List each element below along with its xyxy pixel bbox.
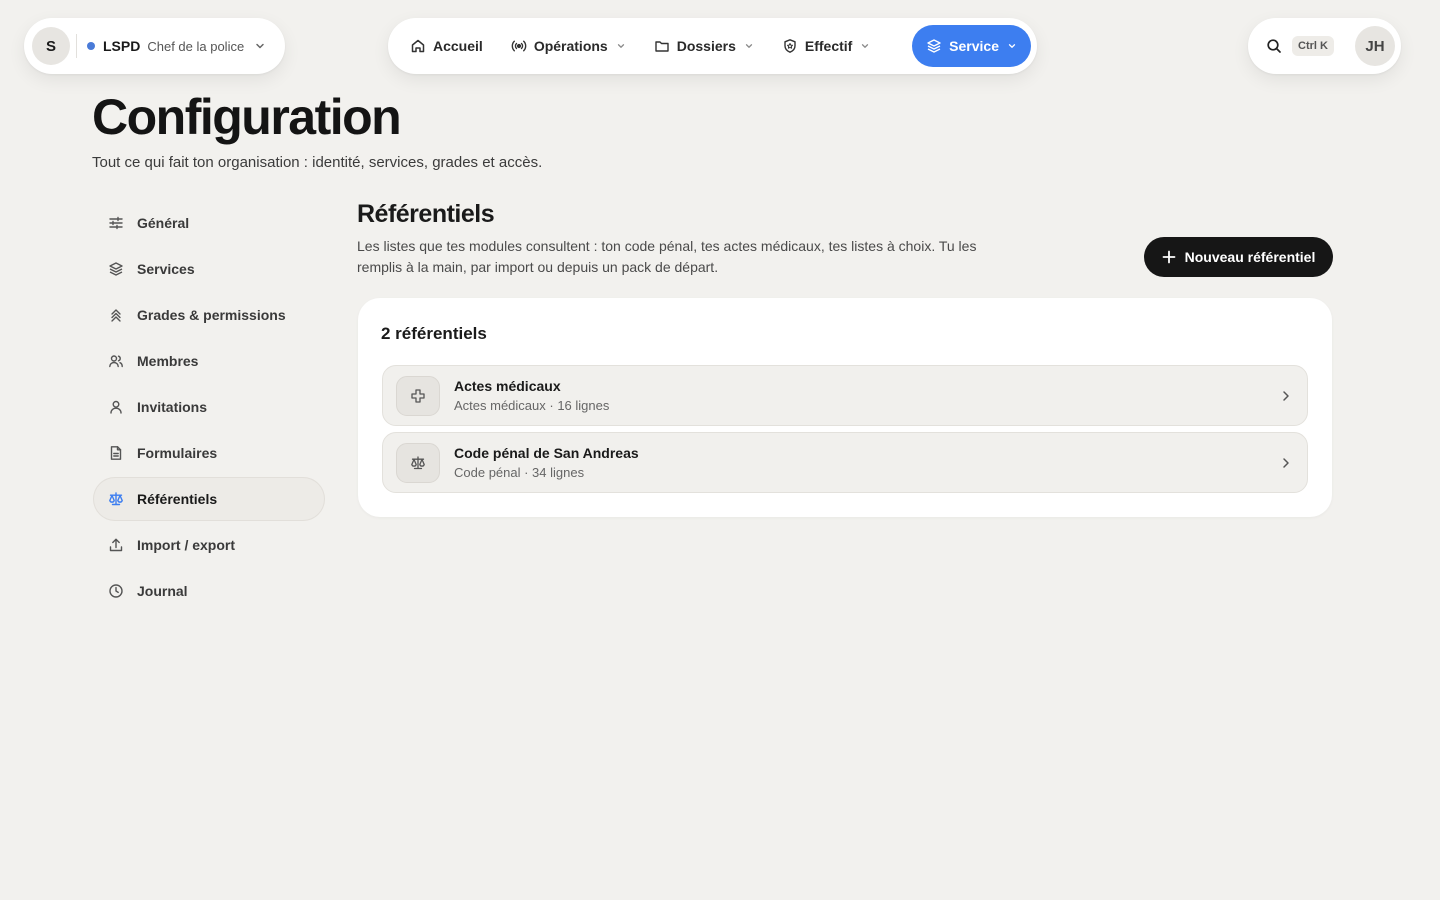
nav-item-operations[interactable]: Opérations <box>497 25 640 67</box>
nav-item-accueil[interactable]: Accueil <box>396 25 497 67</box>
nav-item-service[interactable]: Service <box>912 25 1031 67</box>
medical-cross-icon <box>396 375 440 416</box>
page-subtitle: Tout ce qui fait ton organisation : iden… <box>92 154 543 171</box>
referential-item-actes-medicaux[interactable]: Actes médicaux Actes médicaux · 16 ligne… <box>382 365 1308 426</box>
org-name: LSPD <box>103 38 141 54</box>
broadcast-icon <box>511 38 527 54</box>
settings-sidebar: Général Services Grades & permissions Me… <box>93 201 325 615</box>
divider <box>76 34 77 58</box>
referential-meta: Actes médicaux · 16 lignes <box>454 398 610 413</box>
org-avatar[interactable]: S <box>32 27 70 65</box>
upload-icon <box>108 537 124 553</box>
home-icon <box>410 38 426 54</box>
referentials-card: 2 référentiels Actes médicaux Actes médi… <box>358 298 1332 517</box>
sidebar-item-formulaires[interactable]: Formulaires <box>93 431 325 475</box>
file-text-icon <box>108 445 124 461</box>
sidebar-item-label: Services <box>137 261 195 277</box>
users-icon <box>108 353 124 369</box>
referentials-list: Actes médicaux Actes médicaux · 16 ligne… <box>382 365 1308 499</box>
chevron-right-icon <box>1279 456 1293 470</box>
sidebar-item-label: Général <box>137 215 190 231</box>
nav-item-effectif[interactable]: Effectif <box>768 25 884 67</box>
sidebar-item-general[interactable]: Général <box>93 201 325 245</box>
chevron-down-icon <box>1007 41 1017 51</box>
referential-name: Code pénal de San Andreas <box>454 445 639 461</box>
sidebar-item-grades-permissions[interactable]: Grades & permissions <box>93 293 325 337</box>
sidebar-item-services[interactable]: Services <box>93 247 325 291</box>
main-navigation: Accueil Opérations Dossiers Effectif Ser… <box>388 18 1037 74</box>
sidebar-item-import-export[interactable]: Import / export <box>93 523 325 567</box>
shield-icon <box>782 38 798 54</box>
sidebar-item-label: Invitations <box>137 399 208 415</box>
referential-name: Actes médicaux <box>454 378 561 394</box>
layers-icon <box>108 261 124 277</box>
clock-icon <box>108 583 124 599</box>
org-role: Chef de la police <box>147 38 245 54</box>
sidebar-item-membres[interactable]: Membres <box>93 339 325 383</box>
sidebar-item-invitations[interactable]: Invitations <box>93 385 325 429</box>
nav-item-label: Opérations <box>533 38 608 54</box>
page-title: Configuration <box>92 89 402 145</box>
chevron-down-icon <box>254 40 266 52</box>
organization-switcher[interactable]: S LSPD Chef de la police <box>24 18 285 74</box>
new-referential-label: Nouveau référentiel <box>1184 249 1316 265</box>
referential-meta: Code pénal · 34 lignes <box>454 465 585 480</box>
nav-item-label: Effectif <box>804 38 853 54</box>
user-toolbar: Ctrl K JH <box>1248 18 1401 74</box>
sidebar-item-label: Journal <box>137 583 188 599</box>
sidebar-item-label: Import / export <box>137 537 236 553</box>
new-referential-button[interactable]: Nouveau référentiel <box>1144 237 1333 277</box>
chevrons-up-icon <box>108 307 124 323</box>
sidebar-item-label: Grades & permissions <box>137 307 286 323</box>
scale-icon <box>108 491 124 507</box>
referential-item-code-penal[interactable]: Code pénal de San Andreas Code pénal · 3… <box>382 432 1308 493</box>
nav-item-dossiers[interactable]: Dossiers <box>640 25 768 67</box>
user-icon <box>108 399 124 415</box>
chevron-down-icon <box>744 41 754 51</box>
nav-item-label: Dossiers <box>676 38 736 54</box>
nav-item-label: Service <box>949 38 999 54</box>
search-icon[interactable] <box>1266 38 1282 54</box>
chevron-down-icon <box>616 41 626 51</box>
sidebar-item-referentiels[interactable]: Référentiels <box>93 477 325 521</box>
sliders-icon <box>108 215 124 231</box>
section-title: Référentiels <box>357 200 495 228</box>
chevron-right-icon <box>1279 389 1293 403</box>
scale-icon <box>396 442 440 483</box>
sidebar-item-label: Membres <box>137 353 199 369</box>
status-dot <box>87 42 95 50</box>
sidebar-item-label: Formulaires <box>137 445 218 461</box>
user-avatar[interactable]: JH <box>1355 26 1395 66</box>
section-description: Les listes que tes modules consultent : … <box>357 238 977 275</box>
layers-icon <box>926 38 942 54</box>
referentials-count: 2 référentiels <box>381 324 487 343</box>
nav-item-label: Accueil <box>433 38 483 54</box>
sidebar-item-label: Référentiels <box>137 491 218 507</box>
search-shortcut-badge: Ctrl K <box>1292 36 1334 56</box>
chevron-down-icon <box>860 41 870 51</box>
folder-icon <box>654 38 670 54</box>
sidebar-item-journal[interactable]: Journal <box>93 569 325 613</box>
plus-icon <box>1162 250 1176 264</box>
